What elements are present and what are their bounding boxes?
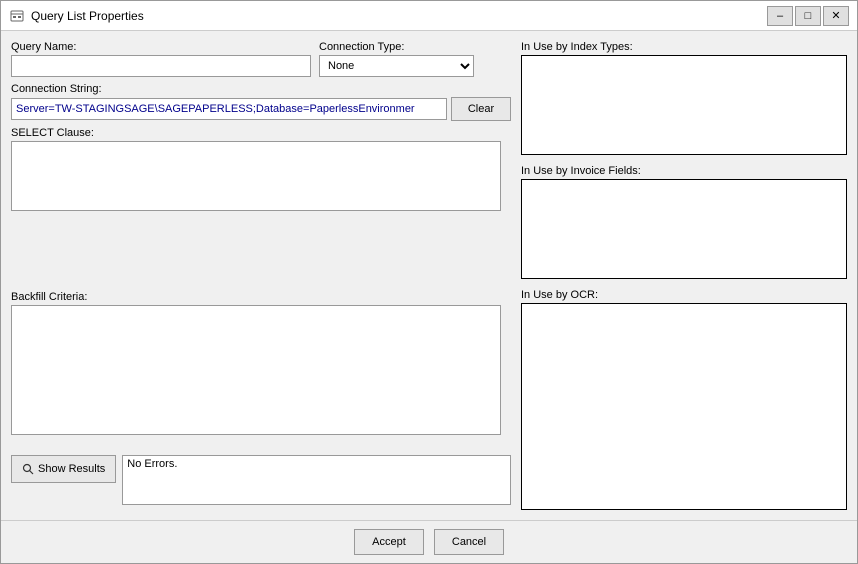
main-window: Query List Properties – □ ✕ Query Name: …	[0, 0, 858, 564]
query-name-group: Query Name:	[11, 41, 311, 77]
window-controls: – □ ✕	[767, 6, 849, 26]
index-types-listbox[interactable]	[521, 55, 847, 155]
cancel-button[interactable]: Cancel	[434, 529, 504, 555]
backfill-criteria-label: Backfill Criteria:	[11, 291, 511, 303]
connection-type-group: Connection Type: None	[319, 41, 474, 77]
connection-type-select[interactable]: None	[319, 55, 474, 77]
search-icon	[22, 463, 34, 475]
ocr-listbox[interactable]	[521, 303, 847, 510]
ocr-label: In Use by OCR:	[521, 289, 847, 301]
index-types-group: In Use by Index Types:	[521, 41, 847, 155]
title-bar: Query List Properties – □ ✕	[1, 1, 857, 31]
invoice-fields-label: In Use by Invoice Fields:	[521, 165, 847, 177]
connection-string-input[interactable]	[11, 98, 447, 120]
window-title: Query List Properties	[31, 9, 767, 23]
main-content: Query Name: Connection Type: None Connec…	[1, 31, 857, 520]
backfill-criteria-group: Backfill Criteria:	[11, 291, 511, 449]
maximize-button[interactable]: □	[795, 6, 821, 26]
right-panel: In Use by Index Types: In Use by Invoice…	[521, 41, 847, 510]
select-clause-label: SELECT Clause:	[11, 127, 511, 139]
index-types-label: In Use by Index Types:	[521, 41, 847, 53]
clear-button[interactable]: Clear	[451, 97, 511, 121]
select-clause-textarea[interactable]	[11, 141, 501, 211]
minimize-button[interactable]: –	[767, 6, 793, 26]
invoice-fields-listbox[interactable]	[521, 179, 847, 279]
ocr-group: In Use by OCR:	[521, 289, 847, 510]
connection-type-label: Connection Type:	[319, 41, 474, 53]
invoice-fields-group: In Use by Invoice Fields:	[521, 165, 847, 279]
show-results-label: Show Results	[38, 463, 105, 475]
query-name-input[interactable]	[11, 55, 311, 77]
left-panel: Query Name: Connection Type: None Connec…	[11, 41, 511, 510]
window-icon	[9, 8, 25, 24]
connection-string-row: Clear	[11, 97, 511, 121]
select-clause-group: SELECT Clause:	[11, 127, 511, 285]
footer: Accept Cancel	[1, 520, 857, 563]
connection-string-group: Connection String: Clear	[11, 83, 511, 121]
top-fields-row: Query Name: Connection Type: None	[11, 41, 511, 77]
close-button[interactable]: ✕	[823, 6, 849, 26]
bottom-row: Show Results No Errors.	[11, 455, 511, 510]
errors-textarea[interactable]: No Errors.	[122, 455, 511, 505]
accept-button[interactable]: Accept	[354, 529, 424, 555]
show-results-button[interactable]: Show Results	[11, 455, 116, 483]
backfill-criteria-textarea[interactable]	[11, 305, 501, 435]
connection-string-label: Connection String:	[11, 83, 511, 95]
query-name-label: Query Name:	[11, 41, 311, 53]
